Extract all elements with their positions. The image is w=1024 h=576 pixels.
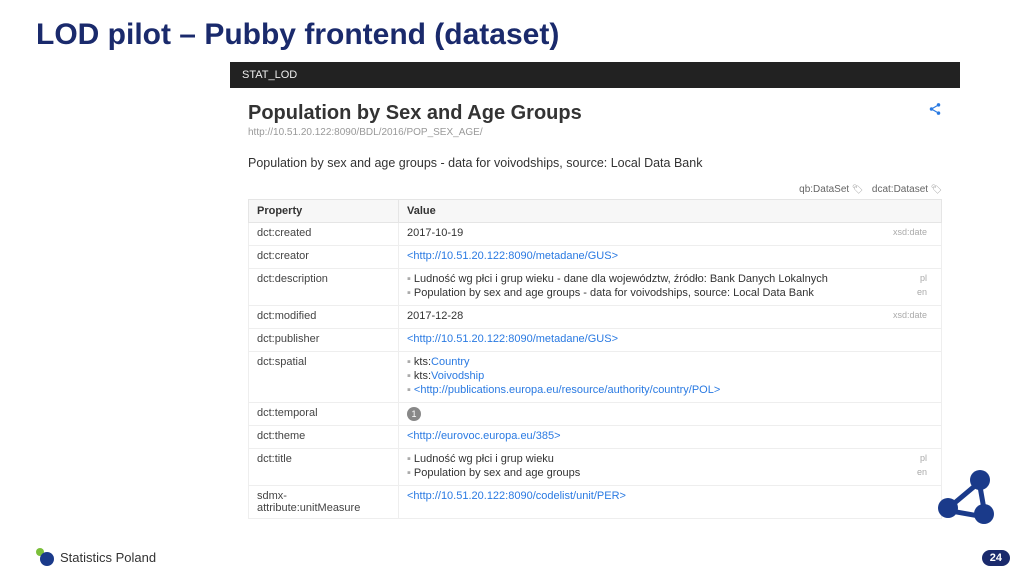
pubby-app-frame: STAT_LOD Population by Sex and Age Group… bbox=[230, 62, 960, 532]
rdf-link[interactable]: Country bbox=[431, 356, 470, 368]
property-cell: dct:description bbox=[249, 269, 399, 306]
table-row: dct:description▪Ludność wg płci i grup w… bbox=[249, 269, 942, 306]
rdf-link[interactable]: <http://publications.europa.eu/resource/… bbox=[414, 384, 720, 396]
table-row: sdmx-attribute:unitMeasure <http://10.51.… bbox=[249, 486, 942, 519]
table-row: dct:modified 2017-12-28 xsd:date bbox=[249, 306, 942, 329]
property-cell: dct:publisher bbox=[249, 329, 399, 352]
property-cell: sdmx-attribute:unitMeasure bbox=[249, 486, 399, 519]
dataset-title: Population by Sex and Age Groups bbox=[248, 102, 582, 125]
app-brand-bar[interactable]: STAT_LOD bbox=[230, 62, 960, 88]
value-cell: <http://10.51.20.122:8090/metadane/GUS> bbox=[399, 329, 942, 352]
value-text: Population by sex and age groups bbox=[414, 467, 580, 479]
table-row: dct:creator <http://10.51.20.122:8090/met… bbox=[249, 246, 942, 269]
value-text: Ludność wg płci i grup wieku - dane dla … bbox=[414, 273, 828, 285]
property-cell: dct:creator bbox=[249, 246, 399, 269]
value-cell: 1 bbox=[399, 403, 942, 426]
table-row: dct:temporal 1 bbox=[249, 403, 942, 426]
value-text: 2017-10-19 bbox=[407, 227, 463, 239]
property-cell: dct:spatial bbox=[249, 352, 399, 403]
dataset-uri[interactable]: http://10.51.20.122:8090/BDL/2016/POP_SE… bbox=[248, 127, 582, 138]
value-cell: <http://10.51.20.122:8090/metadane/GUS> bbox=[399, 246, 942, 269]
table-row: dct:theme <http://eurovoc.europa.eu/385> bbox=[249, 426, 942, 449]
footer-logo: Statistics Poland bbox=[36, 548, 156, 566]
dataset-types: qb:DataSet dcat:Dataset bbox=[248, 184, 942, 195]
value-text: Ludność wg płci i grup wieku bbox=[414, 453, 554, 465]
property-cell: dct:theme bbox=[249, 426, 399, 449]
dataset-description: Population by sex and age groups - data … bbox=[248, 156, 942, 170]
table-row: dct:title▪Ludność wg płci i grup wiekupl… bbox=[249, 449, 942, 486]
slide: LOD pilot – Pubby frontend (dataset) STA… bbox=[0, 0, 1024, 576]
value-cell: 2017-10-19 xsd:date bbox=[399, 223, 942, 246]
datatype-meta: en bbox=[917, 287, 927, 297]
type-tag[interactable]: qb:DataSet bbox=[799, 184, 863, 195]
col-property: Property bbox=[249, 200, 399, 223]
type-tag[interactable]: dcat:Dataset bbox=[872, 184, 942, 195]
value-cell: ▪kts:Country▪kts:Voivodship▪<http://publ… bbox=[399, 352, 942, 403]
value-cell: ▪Ludność wg płci i grup wiekupl▪Populati… bbox=[399, 449, 942, 486]
app-body: Population by Sex and Age Groups http://… bbox=[230, 88, 960, 519]
footer-org: Statistics Poland bbox=[60, 550, 156, 565]
property-cell: dct:temporal bbox=[249, 403, 399, 426]
datatype-meta: pl bbox=[920, 273, 927, 283]
page-number: 24 bbox=[982, 550, 1010, 566]
table-row: dct:created 2017-10-19 xsd:date bbox=[249, 223, 942, 246]
rdf-graph-icon bbox=[934, 464, 996, 526]
value-text: 2017-12-28 bbox=[407, 310, 463, 322]
table-row: dct:spatial▪kts:Country▪kts:Voivodship▪<… bbox=[249, 352, 942, 403]
value-cell: ▪Ludność wg płci i grup wieku - dane dla… bbox=[399, 269, 942, 306]
share-icon[interactable] bbox=[928, 102, 942, 119]
col-value: Value bbox=[399, 200, 942, 223]
table-row: dct:publisher <http://10.51.20.122:8090/m… bbox=[249, 329, 942, 352]
logo-icon bbox=[36, 548, 54, 566]
datatype-meta: en bbox=[917, 467, 927, 477]
rdf-link[interactable]: Voivodship bbox=[431, 370, 484, 382]
rdf-link[interactable]: <http://10.51.20.122:8090/metadane/GUS> bbox=[407, 333, 618, 345]
value-cell: <http://eurovoc.europa.eu/385> bbox=[399, 426, 942, 449]
rdf-link[interactable]: <http://10.51.20.122:8090/codelist/unit/… bbox=[407, 490, 626, 502]
value-cell: 2017-12-28 xsd:date bbox=[399, 306, 942, 329]
property-cell: dct:modified bbox=[249, 306, 399, 329]
slide-title: LOD pilot – Pubby frontend (dataset) bbox=[36, 18, 559, 52]
rdf-link[interactable]: <http://eurovoc.europa.eu/385> bbox=[407, 430, 561, 442]
count-badge[interactable]: 1 bbox=[407, 407, 421, 421]
property-cell: dct:created bbox=[249, 223, 399, 246]
property-cell: dct:title bbox=[249, 449, 399, 486]
value-text: Population by sex and age groups - data … bbox=[414, 287, 814, 299]
value-cell: <http://10.51.20.122:8090/codelist/unit/… bbox=[399, 486, 942, 519]
properties-table: Property Value dct:created 2017-10-19 xsd:… bbox=[248, 199, 942, 519]
datatype-meta: pl bbox=[920, 453, 927, 463]
datatype-meta: xsd:date bbox=[893, 227, 927, 237]
rdf-link[interactable]: <http://10.51.20.122:8090/metadane/GUS> bbox=[407, 250, 618, 262]
datatype-meta: xsd:date bbox=[893, 310, 927, 320]
